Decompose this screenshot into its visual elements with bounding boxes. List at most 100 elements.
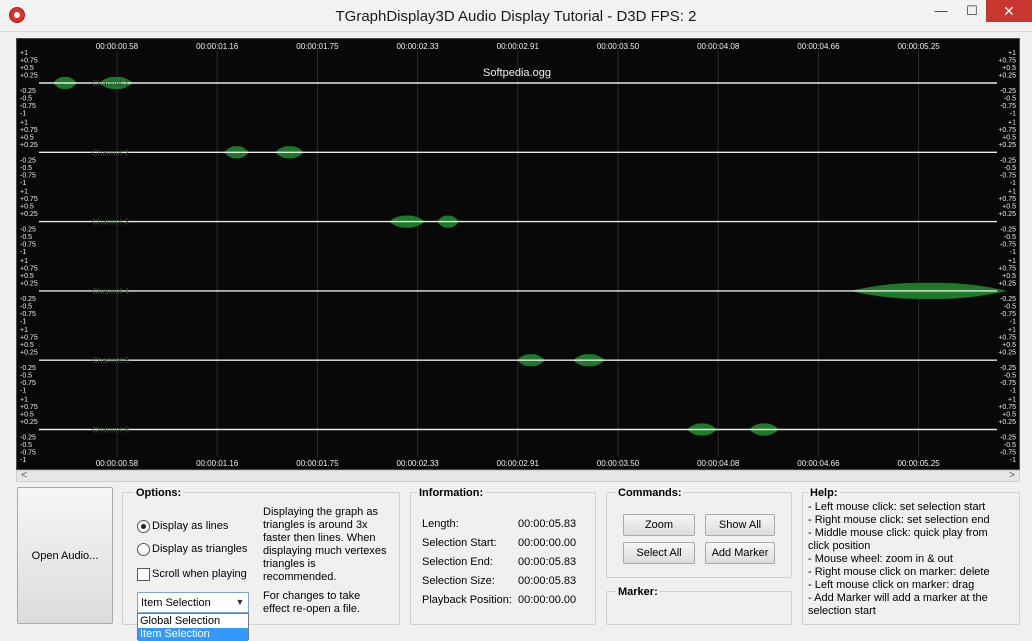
- amplitude-label: +0.75: [20, 335, 38, 342]
- help-line: click position: [808, 540, 871, 552]
- info-label: Selection End:: [422, 556, 493, 568]
- display-triangles-radio[interactable]: [137, 543, 150, 556]
- chevron-down-icon[interactable]: ▼: [234, 595, 246, 610]
- amplitude-label: -0.5: [1004, 234, 1016, 241]
- channel-label: Channel-2: [92, 148, 129, 157]
- audio-graph-display[interactable]: 00:00:00.58 00:00:00.58 00:00:01.16 00:00:0…: [16, 38, 1020, 470]
- amplitude-label: +0.25: [20, 350, 38, 357]
- selection-mode-select[interactable]: Item Selection ▼: [137, 592, 249, 613]
- help-line: - Add Marker will add a marker at the: [808, 592, 988, 604]
- help-title: Help:: [808, 487, 840, 499]
- time-label-top: 00:00:01.16: [196, 42, 239, 51]
- window-title: TGraphDisplay3D Audio Display Tutorial -…: [335, 8, 697, 25]
- amplitude-label: +0.25: [998, 142, 1016, 149]
- amplitude-label: -0.75: [1000, 450, 1016, 457]
- scroll-left-icon[interactable]: <: [17, 470, 31, 482]
- zoom-button[interactable]: Zoom: [623, 514, 695, 536]
- amplitude-label: -0.5: [20, 303, 32, 310]
- amplitude-label: -0.5: [1004, 373, 1016, 380]
- amplitude-label: +0.5: [20, 342, 34, 349]
- amplitude-label: +0.75: [20, 196, 38, 203]
- time-label-bottom: 00:00:00.58: [96, 459, 139, 468]
- amplitude-label: +1: [1008, 258, 1016, 265]
- time-label-top: 00:00:05.25: [897, 42, 940, 51]
- display-lines-label[interactable]: Display as lines: [152, 520, 228, 532]
- info-label: Length:: [422, 518, 459, 530]
- help-line: - Left mouse click: set selection start: [808, 501, 986, 513]
- amplitude-label: +0.75: [20, 58, 38, 65]
- options-note-line: faster then lines. When: [263, 532, 376, 544]
- help-line: - Right mouse click on marker: delete: [808, 566, 990, 578]
- display-lines-radio[interactable]: [137, 520, 150, 533]
- scroll-right-icon[interactable]: >: [1005, 470, 1019, 482]
- amplitude-label: -0.75: [20, 380, 36, 387]
- amplitude-label: -0.5: [20, 373, 32, 380]
- amplitude-label: -0.75: [20, 242, 36, 249]
- scroll-when-playing-checkbox[interactable]: [137, 568, 150, 581]
- amplitude-label: -1: [1010, 180, 1016, 187]
- amplitude-label: -1: [20, 180, 26, 187]
- amplitude-label: +0.75: [998, 127, 1016, 134]
- amplitude-label: -0.5: [1004, 165, 1016, 172]
- amplitude-label: +0.75: [998, 335, 1016, 342]
- amplitude-label: -0.75: [1000, 311, 1016, 318]
- amplitude-label: +0.5: [20, 134, 34, 141]
- audio-graph-canvas[interactable]: 00:00:00.58 00:00:00.58 00:00:01.16 00:00:0…: [17, 39, 1019, 469]
- amplitude-label: +0.25: [998, 350, 1016, 357]
- amplitude-label: -1: [1010, 388, 1016, 395]
- amplitude-label: -0.25: [1000, 435, 1016, 442]
- amplitude-label: -0.25: [1000, 88, 1016, 95]
- selection-mode-dropdown[interactable]: Global Selection Item Selection: [137, 613, 249, 641]
- amplitude-label: +1: [20, 189, 28, 196]
- amplitude-label: -0.75: [1000, 172, 1016, 179]
- amplitude-label: -0.75: [20, 103, 36, 110]
- maximize-button[interactable]: ☐: [957, 0, 987, 22]
- close-button[interactable]: ✕: [986, 0, 1032, 22]
- amplitude-label: +1: [1008, 50, 1016, 57]
- time-label-bottom: 00:00:02.91: [497, 459, 540, 468]
- options-note-line: displaying much vertexes: [263, 545, 387, 557]
- information-title: Information:: [417, 487, 486, 499]
- amplitude-label: +0.5: [1002, 204, 1016, 211]
- amplitude-label: -1: [20, 457, 26, 464]
- dropdown-option-item-selection[interactable]: Item Selection: [138, 628, 248, 641]
- amplitude-label: +0.5: [20, 65, 34, 72]
- help-line: selection start: [808, 605, 876, 617]
- select-all-button[interactable]: Select All: [623, 542, 695, 564]
- add-marker-button[interactable]: Add Marker: [705, 542, 775, 564]
- channel-label: Channel-5: [92, 356, 129, 365]
- amplitude-label: -0.25: [20, 365, 36, 372]
- time-label-bottom: 00:00:04.66: [797, 459, 840, 468]
- channel-label: Channel-3: [92, 218, 129, 227]
- amplitude-label: +0.75: [998, 58, 1016, 65]
- time-label-top: 00:00:04.66: [797, 42, 840, 51]
- help-line: - Left mouse click on marker: drag: [808, 579, 975, 591]
- options-note-line: Displaying the graph as: [263, 506, 378, 518]
- show-all-button[interactable]: Show All: [705, 514, 775, 536]
- open-audio-button[interactable]: Open Audio...: [17, 487, 113, 624]
- time-label-top: 00:00:04.08: [697, 42, 740, 51]
- amplitude-label: +1: [20, 119, 28, 126]
- minimize-button[interactable]: —: [926, 0, 956, 22]
- time-label-bottom: 00:00:01.75: [296, 459, 339, 468]
- display-triangles-label[interactable]: Display as triangles: [152, 543, 247, 555]
- dropdown-option-global-selection[interactable]: Global Selection: [138, 615, 248, 628]
- amplitude-label: -0.75: [20, 172, 36, 179]
- amplitude-label: -0.25: [1000, 296, 1016, 303]
- amplitude-label: -1: [20, 388, 26, 395]
- options-note-line: triangles is around 3x: [263, 519, 368, 531]
- amplitude-label: -0.5: [1004, 96, 1016, 103]
- amplitude-label: +1: [1008, 119, 1016, 126]
- options-title: Options:: [134, 487, 184, 499]
- amplitude-label: +0.5: [20, 273, 34, 280]
- scroll-when-playing-label[interactable]: Scroll when playing: [152, 568, 247, 580]
- amplitude-label: +0.25: [20, 280, 38, 287]
- amplitude-label: +0.25: [998, 73, 1016, 80]
- amplitude-label: -0.5: [20, 442, 32, 449]
- amplitude-label: -0.75: [1000, 242, 1016, 249]
- help-line: - Right mouse click: set selection end: [808, 514, 990, 526]
- amplitude-label: -1: [1010, 457, 1016, 464]
- channel-label: Channel-1: [92, 79, 129, 88]
- amplitude-label: -1: [1010, 318, 1016, 325]
- horizontal-scrollbar[interactable]: < >: [16, 470, 1020, 482]
